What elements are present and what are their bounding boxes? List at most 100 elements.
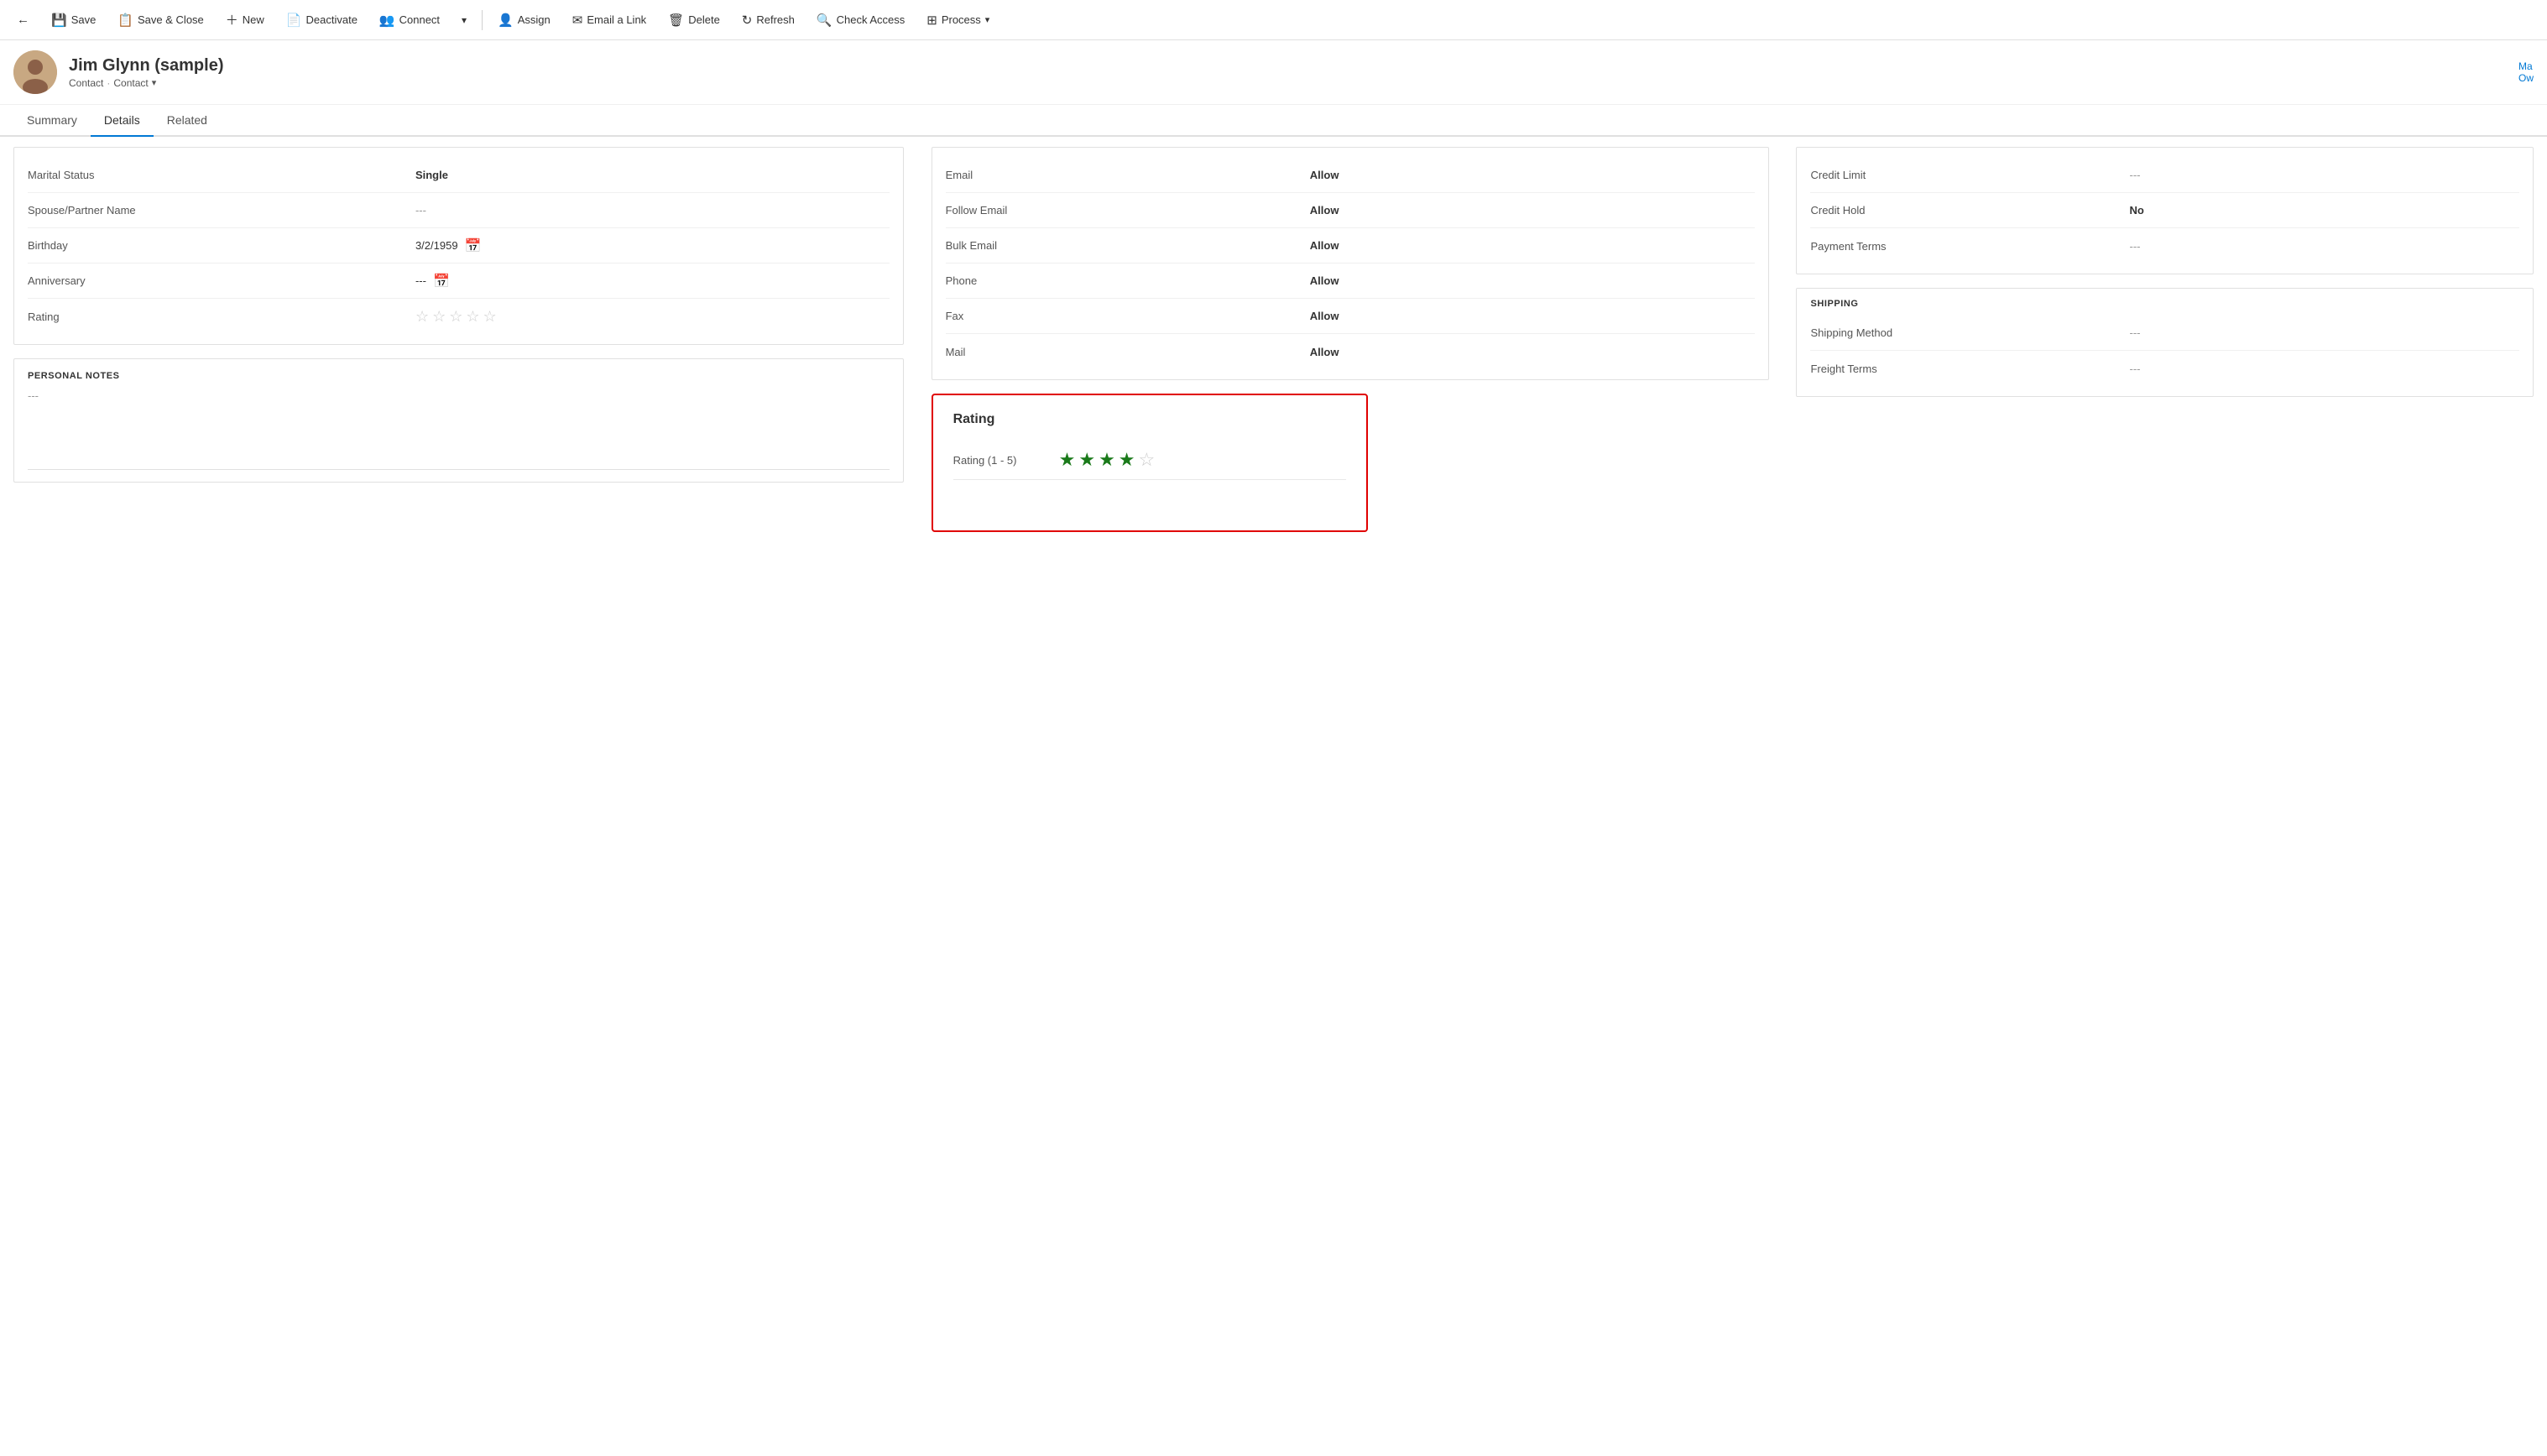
payment-terms-label: Payment Terms: [1810, 240, 2129, 253]
chevron-down-icon: ▾: [462, 14, 467, 26]
tab-details[interactable]: Details: [91, 105, 154, 137]
credit-limit-label: Credit Limit: [1810, 169, 2129, 181]
phone-pref-label: Phone: [946, 274, 1310, 287]
tab-related[interactable]: Related: [154, 105, 221, 137]
fax-label: Fax: [946, 310, 1310, 322]
shipping-card: SHIPPING Shipping Method --- Freight Ter…: [1796, 288, 2534, 397]
star-4[interactable]: ☆: [466, 308, 479, 326]
shipping-section-title: SHIPPING: [1797, 289, 2533, 316]
record-header: Jim Glynn (sample) Contact · Contact ▾ M…: [0, 40, 2547, 105]
popup-star-1[interactable]: ★: [1059, 449, 1076, 471]
col-mid: Email Allow Follow Email Allow Bulk Emai…: [917, 147, 1783, 1450]
popup-star-2[interactable]: ★: [1078, 449, 1095, 471]
star-1[interactable]: ☆: [415, 308, 429, 326]
col-right: Credit Limit --- Credit Hold No Payment …: [1782, 147, 2547, 1450]
rating-popup-title: Rating: [953, 412, 1346, 427]
process-dropdown-icon: ▾: [985, 14, 990, 25]
assign-icon: 👤: [498, 13, 514, 28]
connect-button[interactable]: 👥 Connect: [369, 8, 450, 33]
freight-terms-label: Freight Terms: [1810, 363, 2129, 375]
anniversary-row: Anniversary --- 📅: [28, 264, 890, 299]
popup-star-5[interactable]: ☆: [1139, 449, 1156, 471]
toolbar: ← 💾 Save 📋 Save & Close ＋ New 📄 Deactiva…: [0, 0, 2547, 40]
col-left: Marital Status Single Spouse/Partner Nam…: [0, 147, 917, 1450]
anniversary-label: Anniversary: [28, 274, 415, 287]
bulk-email-label: Bulk Email: [946, 239, 1310, 252]
new-icon: ＋: [226, 11, 238, 29]
refresh-icon: ↻: [742, 13, 753, 28]
delete-button[interactable]: 🗑 Delete: [658, 8, 730, 33]
birthday-value: 3/2/1959 📅: [415, 237, 890, 254]
header-right: Ma Ow: [2518, 60, 2534, 84]
freight-terms-row: Freight Terms ---: [1810, 351, 2519, 386]
mail-value: Allow: [1310, 346, 1756, 358]
star-2[interactable]: ☆: [432, 308, 446, 326]
connect-icon: 👥: [379, 13, 395, 28]
check-access-button[interactable]: 🔍 Check Access: [806, 8, 915, 33]
fax-row: Fax Allow: [946, 299, 1756, 334]
rating-popup-stars[interactable]: ★ ★ ★ ★ ☆: [1059, 449, 1156, 471]
star-3[interactable]: ☆: [449, 308, 462, 326]
email-pref-label: Email: [946, 169, 1310, 181]
delete-icon: 🗑: [668, 13, 684, 28]
credit-hold-value: No: [2130, 204, 2519, 217]
popup-star-3[interactable]: ★: [1099, 449, 1115, 471]
anniversary-calendar-icon[interactable]: 📅: [433, 273, 450, 290]
bulk-email-value: Allow: [1310, 239, 1756, 252]
freight-terms-value: ---: [2130, 363, 2519, 375]
save-icon: 💾: [51, 13, 67, 28]
star-5[interactable]: ☆: [483, 308, 497, 326]
shipping-method-value: ---: [2130, 326, 2519, 339]
record-entity: Contact: [113, 77, 148, 89]
rating-stars[interactable]: ☆ ☆ ☆ ☆ ☆: [415, 308, 890, 326]
tab-summary[interactable]: Summary: [13, 105, 91, 137]
spouse-row: Spouse/Partner Name ---: [28, 193, 890, 228]
phone-pref-value: Allow: [1310, 274, 1756, 287]
record-title: Jim Glynn (sample): [69, 56, 224, 76]
personal-notes-value: ---: [28, 389, 890, 402]
credit-hold-label: Credit Hold: [1810, 204, 2129, 217]
back-button[interactable]: ←: [7, 8, 39, 32]
record-type: Contact: [69, 77, 103, 89]
credit-hold-row: Credit Hold No: [1810, 193, 2519, 228]
marital-status-label: Marital Status: [28, 169, 415, 181]
subtitle-chevron[interactable]: ▾: [152, 77, 157, 88]
save-button[interactable]: 💾 Save: [41, 8, 106, 33]
save-close-button[interactable]: 📋 Save & Close: [107, 8, 213, 33]
email-icon: ✉: [572, 13, 583, 28]
refresh-button[interactable]: ↻ Refresh: [732, 8, 805, 33]
deactivate-button[interactable]: 📄 Deactivate: [276, 8, 368, 33]
email-link-button[interactable]: ✉ Email a Link: [562, 8, 656, 33]
mail-label: Mail: [946, 346, 1310, 358]
rating-row: Rating ☆ ☆ ☆ ☆ ☆: [28, 299, 890, 334]
popup-star-4[interactable]: ★: [1119, 449, 1135, 471]
main-content: Marital Status Single Spouse/Partner Nam…: [0, 137, 2547, 1450]
tab-bar: Summary Details Related: [0, 105, 2547, 137]
back-icon: ←: [17, 13, 29, 27]
shipping-method-row: Shipping Method ---: [1810, 316, 2519, 351]
rating-popup: Rating Rating (1 - 5) ★ ★ ★ ★ ☆: [932, 394, 1368, 532]
credit-limit-value: ---: [2130, 169, 2519, 181]
payment-terms-value: ---: [2130, 240, 2519, 253]
email-pref-row: Email Allow: [946, 158, 1756, 193]
process-button[interactable]: ⊞ Process ▾: [916, 8, 999, 33]
bulk-email-row: Bulk Email Allow: [946, 228, 1756, 264]
personal-info-card: Marital Status Single Spouse/Partner Nam…: [13, 147, 904, 345]
avatar: [13, 50, 57, 94]
birthday-label: Birthday: [28, 239, 415, 252]
record-subtitle: Contact · Contact ▾: [69, 77, 224, 89]
save-close-icon: 📋: [117, 13, 133, 28]
deactivate-icon: 📄: [286, 13, 302, 28]
record-info: Jim Glynn (sample) Contact · Contact ▾: [69, 56, 224, 89]
new-button[interactable]: ＋ New: [216, 6, 274, 34]
birthday-row: Birthday 3/2/1959 📅: [28, 228, 890, 264]
fax-value: Allow: [1310, 310, 1756, 322]
connect-dropdown-button[interactable]: ▾: [451, 9, 477, 31]
marital-status-value: Single: [415, 169, 890, 181]
rating-popup-row: Rating (1 - 5) ★ ★ ★ ★ ☆: [953, 441, 1346, 480]
follow-email-value: Allow: [1310, 204, 1756, 217]
birthday-calendar-icon[interactable]: 📅: [465, 237, 482, 254]
follow-email-row: Follow Email Allow: [946, 193, 1756, 228]
rating-label: Rating: [28, 311, 415, 323]
assign-button[interactable]: 👤 Assign: [488, 8, 561, 33]
